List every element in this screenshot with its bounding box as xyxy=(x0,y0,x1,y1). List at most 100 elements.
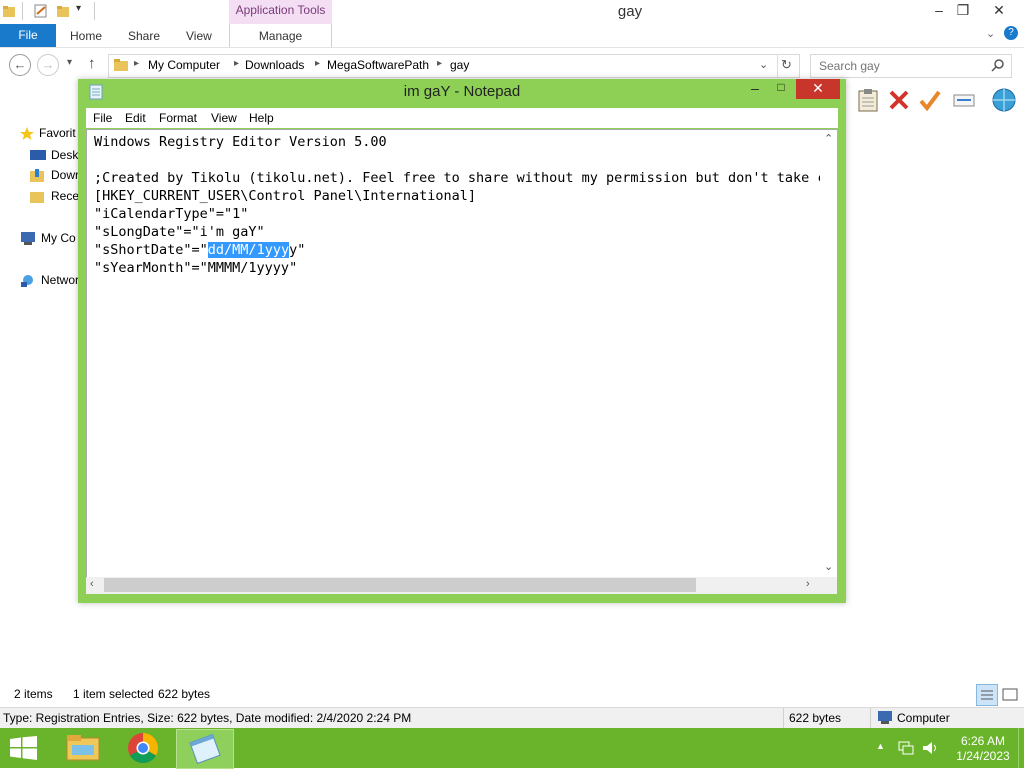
scroll-right-icon[interactable]: › xyxy=(806,578,810,590)
scroll-up-icon[interactable]: ⌃ xyxy=(824,132,833,145)
new-folder-icon[interactable] xyxy=(56,4,70,18)
file-details: Type: Registration Entries, Size: 622 by… xyxy=(3,711,412,725)
notepad-title: im gaY - Notepad xyxy=(403,83,521,100)
maximize-button[interactable]: ❐ xyxy=(948,0,978,22)
search-icon[interactable] xyxy=(991,58,1005,75)
resize-grip[interactable] xyxy=(820,577,837,594)
details-view-icon xyxy=(981,690,993,700)
selected-text: dd/MM/1yyy xyxy=(207,242,290,258)
text-segment: y" xyxy=(289,242,306,258)
computer-icon xyxy=(20,232,36,246)
clock-date: 1/24/2023 xyxy=(956,749,1010,763)
separator xyxy=(777,55,778,77)
menu-edit[interactable]: Edit xyxy=(125,111,146,125)
notepad-maximize-button[interactable]: □ xyxy=(770,80,792,98)
recent-locations-icon[interactable]: ▾ xyxy=(67,57,72,68)
volume-icon[interactable] xyxy=(922,740,938,759)
nav-downloads[interactable]: Dowr xyxy=(30,168,79,186)
network-icon xyxy=(20,274,36,288)
application-tools-label: Application Tools xyxy=(229,0,332,24)
breadcrumb-my-computer[interactable]: My Computer xyxy=(148,58,220,72)
checkmark-icon[interactable] xyxy=(918,88,942,115)
notepad-close-button[interactable]: ✕ xyxy=(796,79,840,99)
nav-desktop[interactable]: Deskt xyxy=(30,148,82,166)
menu-help[interactable]: Help xyxy=(249,111,274,125)
up-button[interactable]: ↑ xyxy=(88,55,96,72)
nav-label: My Co xyxy=(41,231,76,245)
clock[interactable]: 6:26 AM 1/24/2023 xyxy=(948,734,1018,764)
network-tray-icon[interactable] xyxy=(898,740,914,759)
breadcrumb-megasoftwarepath[interactable]: MegaSoftwarePath xyxy=(327,58,429,72)
scroll-left-icon[interactable]: ‹ xyxy=(90,578,94,590)
tab-home[interactable]: Home xyxy=(70,24,102,47)
tab-file[interactable]: File xyxy=(0,24,56,47)
nav-my-computer[interactable]: My Co xyxy=(20,231,76,249)
text-line: [HKEY_CURRENT_USER\Control Panel\Interna… xyxy=(94,188,477,204)
details-size: 622 bytes xyxy=(789,711,842,725)
show-hidden-icons-button[interactable]: ▲ xyxy=(876,741,885,751)
recent-places-icon xyxy=(30,190,46,204)
taskbar-file-explorer[interactable] xyxy=(56,730,110,766)
tab-view[interactable]: View xyxy=(186,24,212,47)
taskbar-chrome[interactable] xyxy=(116,730,170,766)
search-input[interactable] xyxy=(819,58,989,74)
vertical-scrollbar[interactable]: ⌃ ⌄ xyxy=(820,129,837,578)
address-bar[interactable]: ▸ My Computer ▸ Downloads ▸ MegaSoftware… xyxy=(108,54,800,78)
globe-icon[interactable] xyxy=(990,86,1018,117)
menu-view[interactable]: View xyxy=(211,111,237,125)
breadcrumb-separator[interactable]: ▸ xyxy=(315,58,320,69)
refresh-icon[interactable]: ↻ xyxy=(781,57,792,73)
close-button[interactable]: ✕ xyxy=(984,0,1014,22)
horizontal-scroll-thumb[interactable] xyxy=(104,578,696,592)
back-button[interactable]: ← xyxy=(9,54,31,76)
window-title: gay xyxy=(617,3,643,20)
taskbar-notepad[interactable] xyxy=(176,729,234,769)
folder-icon xyxy=(2,4,16,18)
large-icons-view-button[interactable] xyxy=(1000,685,1020,705)
tab-share[interactable]: Share xyxy=(128,24,160,47)
notepad-menubar: File Edit Format View Help xyxy=(86,108,838,128)
menu-file[interactable]: File xyxy=(93,111,112,125)
customize-toolbar-icon[interactable]: ▾ xyxy=(76,3,81,14)
details-location: Computer xyxy=(897,711,950,725)
item-count: 2 items xyxy=(14,687,53,701)
taskbar: ▲ 6:26 AM 1/24/2023 xyxy=(0,728,1024,769)
breadcrumb-separator[interactable]: ▸ xyxy=(234,58,239,69)
rename-icon[interactable] xyxy=(952,88,976,115)
nav-recent[interactable]: Recer xyxy=(30,189,83,207)
help-icon[interactable]: ? xyxy=(1004,26,1018,40)
file-explorer-icon xyxy=(66,735,100,761)
menu-format[interactable]: Format xyxy=(159,111,197,125)
notepad-text-area[interactable]: Windows Registry Editor Version 5.00 ;Cr… xyxy=(86,129,821,578)
notepad-window[interactable]: im gaY - Notepad – □ ✕ File Edit Format … xyxy=(78,79,846,603)
scroll-down-icon[interactable]: ⌄ xyxy=(824,560,833,573)
nav-network[interactable]: Networ xyxy=(20,273,79,291)
nav-favorites[interactable]: Favorit xyxy=(20,126,76,144)
forward-button[interactable]: → xyxy=(37,54,59,76)
breadcrumb-gay[interactable]: gay xyxy=(450,58,469,72)
windows-start-button[interactable] xyxy=(10,736,38,763)
chevron-down-icon[interactable]: ⌄ xyxy=(986,27,995,40)
clipboard-icon[interactable] xyxy=(857,88,879,115)
selection-count: 1 item selected xyxy=(73,687,154,701)
text-line: "sYearMonth"="MMMM/1yyyy" xyxy=(94,260,298,276)
search-box[interactable] xyxy=(810,54,1012,78)
delete-icon[interactable] xyxy=(888,88,910,115)
folder-icon xyxy=(113,58,129,75)
address-dropdown-icon[interactable]: ⌄ xyxy=(759,58,768,71)
properties-icon[interactable] xyxy=(34,4,48,18)
status-bar: 2 items 1 item selected 622 bytes xyxy=(0,684,1024,706)
breadcrumb-separator[interactable]: ▸ xyxy=(437,58,442,69)
breadcrumb-separator[interactable]: ▸ xyxy=(134,58,139,69)
text-line-selected: "sShortDate"="dd/MM/1yyyy" xyxy=(94,242,305,258)
breadcrumb-downloads[interactable]: Downloads xyxy=(245,58,304,72)
details-view-button[interactable] xyxy=(976,684,998,706)
notepad-minimize-button[interactable]: – xyxy=(744,80,766,98)
separator xyxy=(783,708,784,729)
tab-manage[interactable]: Manage xyxy=(229,24,332,47)
separator xyxy=(870,708,871,729)
show-desktop-button[interactable] xyxy=(1018,728,1024,768)
desktop-icon xyxy=(30,149,46,162)
horizontal-scrollbar[interactable]: ‹ › xyxy=(86,577,820,594)
selection-size: 622 bytes xyxy=(158,687,211,701)
